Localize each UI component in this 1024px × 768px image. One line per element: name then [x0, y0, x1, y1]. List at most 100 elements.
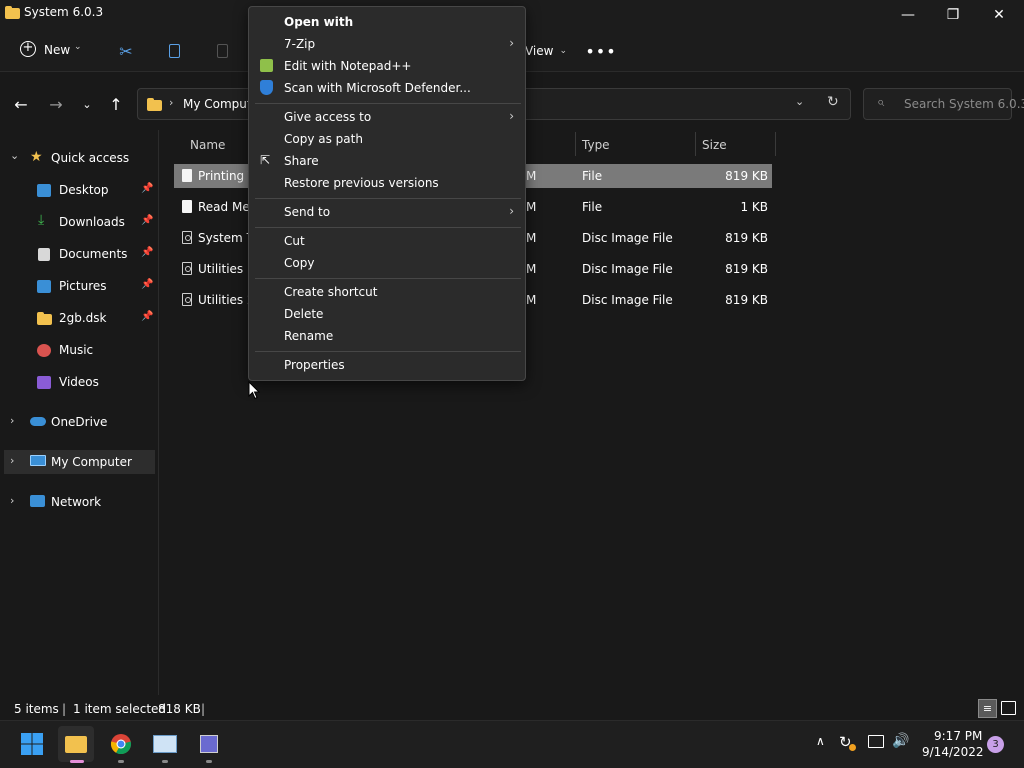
nav-item-desktop[interactable]: Desktop 📌 [0, 178, 158, 202]
nav-item-pictures[interactable]: Pictures 📌 [0, 274, 158, 298]
tiles-view-icon[interactable] [1001, 701, 1016, 715]
column-separator[interactable] [575, 132, 576, 156]
taskbar-app[interactable] [191, 726, 227, 762]
start-button[interactable] [14, 726, 50, 762]
restore-button[interactable]: ❐ [930, 0, 976, 30]
pin-icon[interactable]: 📌 [141, 279, 153, 290]
menu-item-7zip[interactable]: 7-Zip › [250, 33, 526, 55]
menu-separator [255, 278, 521, 279]
view-button[interactable]: View ⌄ [524, 38, 568, 64]
volume-icon[interactable]: 🔊 [892, 733, 909, 749]
cut-icon[interactable]: ✂ [112, 38, 140, 64]
computer-icon [30, 455, 46, 466]
pin-icon[interactable]: 📌 [141, 215, 153, 226]
status-bar: 5 items | 1 item selected 818 KB | ≡ [0, 698, 1024, 720]
menu-item-open-with[interactable]: Open with [250, 11, 526, 33]
refresh-icon[interactable]: ↻ [827, 94, 839, 110]
selection-info: 1 item selected [73, 702, 167, 716]
file-size: 1 KB [740, 200, 768, 214]
forward-arrow-icon[interactable]: → [45, 92, 67, 116]
file-type: Disc Image File [582, 262, 673, 276]
nav-quick-access[interactable]: ⌄ ★ Quick access [0, 146, 158, 170]
chevron-right-icon: › [10, 414, 15, 427]
copy-icon[interactable] [160, 38, 188, 64]
pin-icon[interactable]: 📌 [141, 247, 153, 258]
menu-item-create-shortcut[interactable]: Create shortcut [250, 281, 526, 303]
menu-item-copy[interactable]: Copy [250, 252, 526, 274]
paste-icon[interactable] [208, 38, 236, 64]
view-label: View [524, 44, 554, 58]
search-box[interactable]: ⌕ Search System 6.0.3 [863, 88, 1024, 120]
nav-my-computer[interactable]: › My Computer [4, 450, 155, 474]
file-size: 819 KB [725, 262, 768, 276]
pin-icon[interactable]: 📌 [141, 183, 153, 194]
menu-item-share[interactable]: ⇱ Share [250, 150, 526, 172]
menu-item-defender[interactable]: Scan with Microsoft Defender... [250, 77, 526, 99]
close-button[interactable]: ✕ [976, 0, 1022, 30]
download-icon: ⤓ [38, 212, 45, 228]
windows-logo-icon [21, 733, 43, 755]
nav-label: Documents [59, 247, 128, 261]
menu-item-give-access[interactable]: Give access to › [250, 106, 526, 128]
network-tray-icon[interactable] [868, 735, 884, 748]
taskbar-chrome[interactable] [103, 726, 139, 762]
nav-item-music[interactable]: Music [0, 338, 158, 362]
show-hidden-icons-chevron[interactable]: ∧ [816, 734, 825, 748]
menu-item-copy-path[interactable]: Copy as path [250, 128, 526, 150]
more-options-icon[interactable]: ••• [585, 38, 616, 64]
menu-item-properties[interactable]: Properties [250, 354, 526, 376]
nav-item-2gb-dsk[interactable]: 2gb.dsk 📌 [0, 306, 158, 330]
pin-icon[interactable]: 📌 [141, 311, 153, 322]
minimize-button[interactable]: — [885, 0, 931, 30]
menu-item-notepadpp[interactable]: Edit with Notepad++ [250, 55, 526, 77]
warning-badge-icon [849, 744, 856, 751]
up-arrow-icon[interactable]: ↑ [105, 92, 127, 116]
menu-item-rename[interactable]: Rename [250, 325, 526, 347]
nav-label: Music [59, 343, 94, 357]
nav-label: Downloads [59, 215, 125, 229]
new-button[interactable]: + New ⌄ [14, 38, 92, 64]
nav-label: Network [51, 495, 102, 509]
file-type: Disc Image File [582, 293, 673, 307]
nav-label: Quick access [51, 151, 130, 165]
nav-label: Pictures [59, 279, 107, 293]
chevron-down-icon: ⌄ [10, 149, 20, 162]
nav-item-downloads[interactable]: ⤓ Downloads 📌 [0, 210, 158, 234]
taskbar-perfmon[interactable] [147, 726, 183, 762]
menu-item-send-to[interactable]: Send to › [250, 201, 526, 223]
new-label: New [44, 43, 71, 57]
nav-item-documents[interactable]: Documents 📌 [0, 242, 158, 266]
status-divider: | [62, 702, 67, 716]
clock-date[interactable]: 9/14/2022 [922, 745, 984, 759]
desktop-icon [37, 184, 51, 197]
menu-item-cut[interactable]: Cut [250, 230, 526, 252]
file-date: M [526, 262, 537, 276]
nav-label: Desktop [59, 183, 109, 197]
clock-time[interactable]: 9:17 PM [934, 729, 982, 743]
back-arrow-icon[interactable]: ← [10, 92, 32, 116]
address-dropdown-icon[interactable]: ⌄ [795, 95, 804, 108]
shield-icon [260, 80, 273, 95]
pane-divider[interactable] [158, 130, 159, 695]
folder-icon [5, 6, 20, 19]
menu-separator [255, 227, 521, 228]
file-date: M [526, 231, 537, 245]
column-separator[interactable] [695, 132, 696, 156]
column-separator[interactable] [775, 132, 776, 156]
menu-item-delete[interactable]: Delete [250, 303, 526, 325]
notification-badge[interactable]: 3 [987, 736, 1004, 753]
app-icon [200, 735, 218, 753]
recent-locations-chevron-icon[interactable]: ⌄ [78, 92, 96, 116]
chevron-right-icon: › [509, 109, 514, 123]
nav-item-videos[interactable]: Videos [0, 370, 158, 394]
details-view-icon[interactable]: ≡ [978, 699, 997, 718]
network-icon [30, 495, 45, 507]
nav-onedrive[interactable]: › OneDrive [0, 410, 158, 434]
chevron-right-icon: › [10, 494, 15, 507]
menu-item-restore-versions[interactable]: Restore previous versions [250, 172, 526, 194]
nav-network[interactable]: › Network [0, 490, 158, 514]
menu-separator [255, 351, 521, 352]
chrome-icon [110, 734, 132, 755]
file-date: M [526, 293, 537, 307]
taskbar-file-explorer[interactable] [58, 726, 94, 762]
